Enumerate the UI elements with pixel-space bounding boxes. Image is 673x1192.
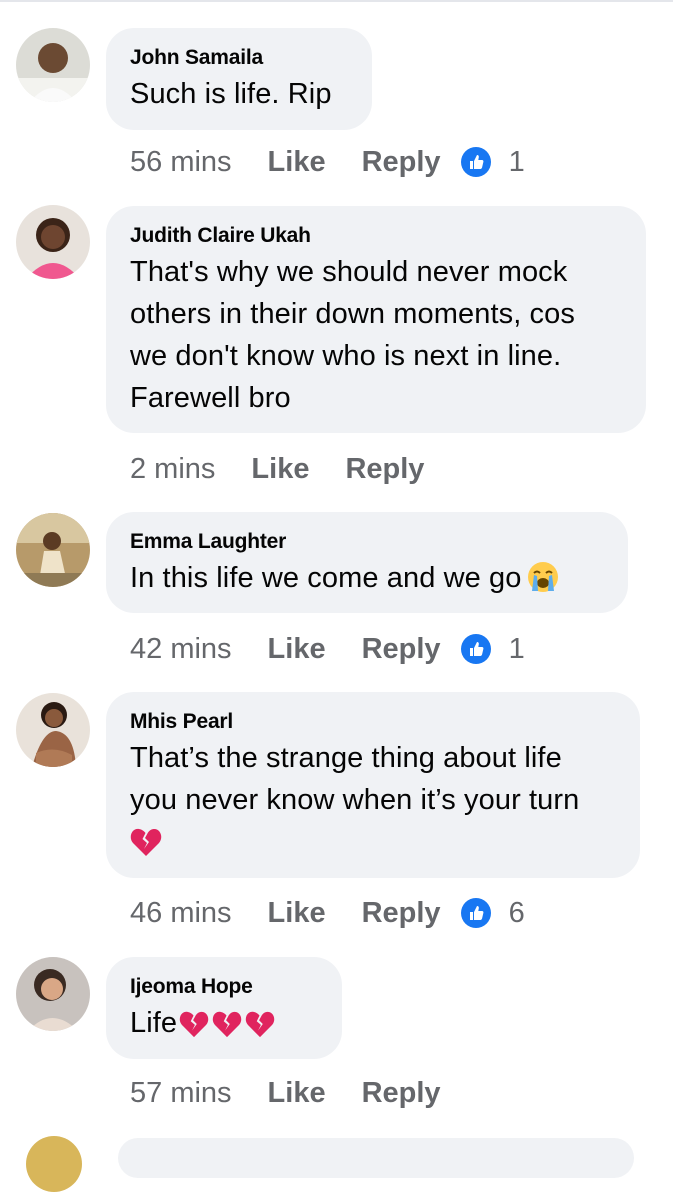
broken-heart-emoji [179, 1010, 209, 1038]
comment-actions: 56 mins Like Reply 1 [130, 142, 525, 182]
comment-text: Life [130, 1002, 318, 1044]
comment-actions: 46 mins Like Reply 6 [130, 893, 525, 933]
avatar[interactable] [16, 957, 90, 1031]
comment-text-content: Life [130, 1007, 178, 1039]
comment-author[interactable]: Mhis Pearl [130, 709, 616, 735]
like-button[interactable]: Like [268, 1077, 326, 1110]
comment-time[interactable]: 46 mins [130, 897, 232, 930]
comment-time[interactable]: 56 mins [130, 146, 232, 179]
reaction-summary[interactable]: 1 [460, 632, 525, 666]
comment-text: That’s the strange thing about life you … [130, 737, 616, 863]
comment-bubble: Mhis Pearl That’s the strange thing abou… [106, 692, 640, 878]
avatar[interactable] [16, 28, 90, 102]
like-button[interactable]: Like [268, 897, 326, 930]
reply-button[interactable]: Reply [345, 453, 424, 486]
comment-text-line: you never know when it’s your turn [130, 784, 580, 816]
like-button[interactable]: Like [268, 146, 326, 179]
broken-heart-emoji [130, 821, 616, 863]
reaction-count: 1 [508, 632, 525, 665]
comment-text: Such is life. Rip [130, 78, 332, 110]
comment-actions: 57 mins Like Reply [130, 1073, 441, 1113]
reaction-count: 1 [508, 145, 525, 178]
avatar[interactable] [16, 693, 90, 767]
avatar[interactable] [16, 513, 90, 587]
broken-heart-emoji [245, 1010, 275, 1038]
reply-button[interactable]: Reply [362, 633, 441, 666]
comment-author[interactable]: Judith Claire Ukah [130, 223, 622, 249]
reply-button[interactable]: Reply [362, 897, 441, 930]
like-button[interactable]: Like [251, 453, 309, 486]
like-button[interactable]: Like [268, 633, 326, 666]
broken-heart-emoji [212, 1010, 242, 1038]
like-icon [460, 634, 491, 664]
like-icon [460, 898, 491, 928]
comment-time[interactable]: 42 mins [130, 633, 232, 666]
comment-time[interactable]: 57 mins [130, 1077, 232, 1110]
reaction-summary[interactable]: 6 [460, 896, 525, 930]
comment-bubble: John Samaila Such is life. Rip [106, 28, 372, 130]
comment-text-line: That’s the strange thing about life [130, 742, 562, 774]
avatar[interactable] [16, 205, 90, 279]
comment-text: That's why we should never mock others i… [130, 251, 622, 419]
avatar[interactable] [26, 1136, 82, 1192]
like-icon [460, 147, 491, 177]
comment-bubble [118, 1138, 634, 1178]
comment-bubble: Emma Laughter In this life we come and w… [106, 512, 628, 613]
comment-text-line: we don't know who is next in line. [130, 340, 562, 372]
reply-button[interactable]: Reply [362, 1077, 441, 1110]
comment-actions: 42 mins Like Reply 1 [130, 629, 525, 669]
loudly-crying-face-emoji [527, 561, 559, 593]
comment-text: In this life we come and we go [130, 557, 604, 599]
reply-button[interactable]: Reply [362, 146, 441, 179]
comment-text-line: others in their down moments, cos [130, 298, 575, 330]
comment-actions: 2 mins Like Reply [130, 449, 424, 489]
comment-author[interactable]: John Samaila [130, 45, 348, 71]
reaction-count: 6 [508, 896, 525, 929]
comment-bubble: Judith Claire Ukah That's why we should … [106, 206, 646, 433]
comment-author[interactable]: Emma Laughter [130, 529, 604, 555]
comment-author[interactable]: Ijeoma Hope [130, 974, 318, 1000]
comment-text-line: Farewell bro [130, 382, 291, 414]
comment-bubble: Ijeoma Hope Life [106, 957, 342, 1059]
comment-text-content: In this life we come and we go [130, 562, 522, 594]
reaction-summary[interactable]: 1 [460, 145, 525, 179]
top-divider [0, 0, 673, 2]
comment-time[interactable]: 2 mins [130, 453, 215, 486]
comment-text-line: That's why we should never mock [130, 256, 568, 288]
